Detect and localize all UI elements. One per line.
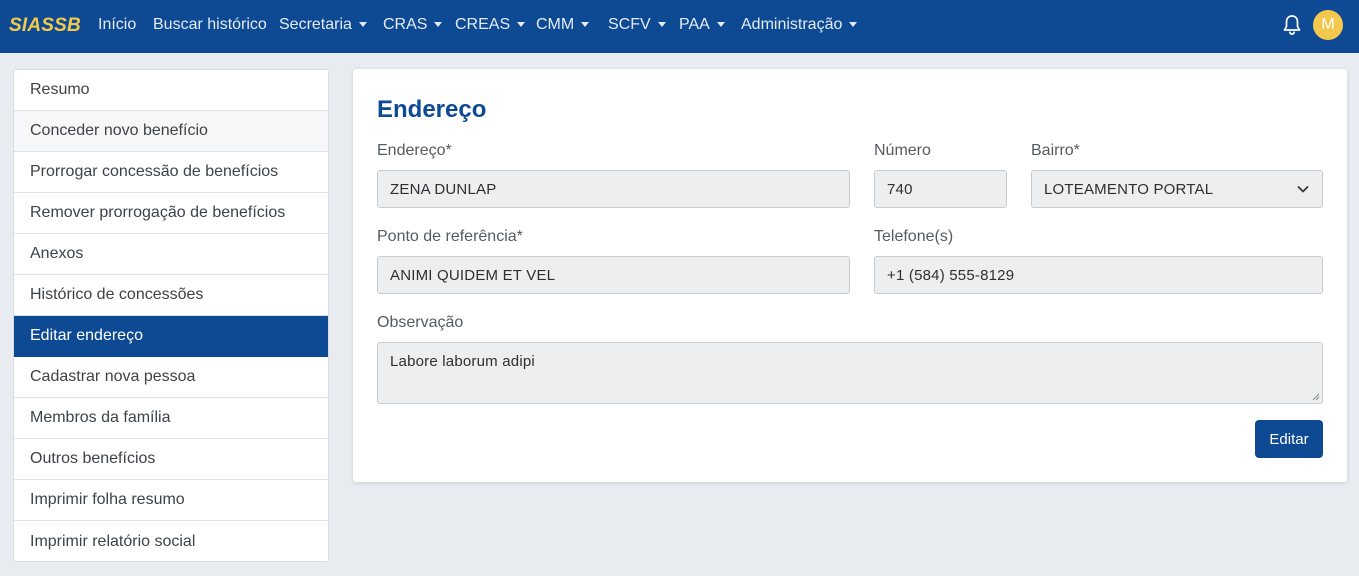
- sidebar-item-label: Anexos: [30, 245, 84, 262]
- sidebar-item-anexos[interactable]: Anexos: [14, 234, 328, 275]
- sidebar-item-label: Histórico de concessões: [30, 286, 204, 303]
- sidebar-item-remover-prorrogacao[interactable]: Remover prorrogação de benefícios: [14, 193, 328, 234]
- sidebar-item-label: Cadastrar nova pessoa: [30, 368, 196, 385]
- ponto-referencia-value: ANIMI QUIDEM ET VEL: [390, 266, 556, 284]
- nav-buscar-historico[interactable]: Buscar histórico: [153, 16, 267, 34]
- sidebar-item-label: Imprimir relatório social: [30, 532, 196, 550]
- sidebar-item-resumo[interactable]: Resumo: [14, 70, 328, 111]
- sidebar-item-historico-concessoes[interactable]: Histórico de concessões: [14, 275, 328, 316]
- nav-cras-dropdown[interactable]: CRAS: [383, 16, 443, 34]
- nav-inicio[interactable]: Início: [98, 16, 136, 34]
- sidebar-item-label: Conceder novo benefício: [30, 122, 208, 139]
- telefone-label: Telefone(s): [874, 228, 954, 245]
- sidebar-item-editar-endereco[interactable]: Editar endereço: [14, 316, 328, 357]
- caret-down-icon: [358, 21, 367, 27]
- caret-down-icon: [517, 21, 526, 27]
- nav-cmm-dropdown[interactable]: CMM: [536, 16, 590, 34]
- sidebar-item-conceder-beneficio[interactable]: Conceder novo benefício: [14, 111, 328, 152]
- sidebar-item-prorrogar-concessao[interactable]: Prorrogar concessão de benefícios: [14, 152, 328, 193]
- avatar-initial: M: [1321, 16, 1335, 33]
- user-avatar[interactable]: M: [1313, 10, 1343, 40]
- sidebar-item-label: Outros benefícios: [30, 450, 156, 467]
- bell-icon[interactable]: [1282, 14, 1302, 36]
- observacao-textarea[interactable]: Labore laborum adipi: [377, 342, 1323, 404]
- numero-value: 740: [887, 180, 913, 198]
- address-form-card: Endereço Endereço* ZENA DUNLAP Número 74…: [353, 69, 1347, 482]
- caret-down-icon: [657, 21, 666, 27]
- endereco-value: ZENA DUNLAP: [390, 180, 497, 198]
- brand-logo[interactable]: SIASSB: [9, 15, 81, 37]
- observacao-value: Labore laborum adipi: [390, 353, 535, 370]
- caret-down-icon: [434, 21, 443, 27]
- sidebar-item-label: Resumo: [30, 81, 90, 98]
- ponto-referencia-label: Ponto de referência*: [377, 228, 523, 245]
- top-navbar: SIASSB Início Buscar histórico Secretari…: [0, 0, 1359, 53]
- nav-scfv-dropdown[interactable]: SCFV: [608, 16, 666, 34]
- caret-down-icon: [716, 21, 725, 27]
- sidebar-item-outros-beneficios[interactable]: Outros benefícios: [14, 439, 328, 480]
- sidebar-item-membros-familia[interactable]: Membros da família: [14, 398, 328, 439]
- sidebar-item-label: Imprimir folha resumo: [30, 491, 185, 508]
- numero-input[interactable]: 740: [874, 170, 1007, 208]
- sidebar-item-label: Membros da família: [30, 409, 171, 426]
- sidebar-item-imprimir-folha-resumo[interactable]: Imprimir folha resumo: [14, 480, 328, 521]
- endereco-label: Endereço*: [377, 142, 452, 159]
- sidebar-item-imprimir-relatorio-social[interactable]: Imprimir relatório social: [14, 521, 328, 561]
- chevron-down-icon: [1297, 186, 1309, 193]
- editar-button[interactable]: Editar: [1255, 420, 1323, 458]
- endereco-input[interactable]: ZENA DUNLAP: [377, 170, 850, 208]
- caret-down-icon: [581, 21, 590, 27]
- page-title: Endereço: [377, 96, 487, 123]
- sidebar-item-label: Editar endereço: [30, 327, 143, 344]
- nav-creas-dropdown[interactable]: CREAS: [455, 16, 526, 34]
- sidebar-item-label: Prorrogar concessão de benefícios: [30, 163, 279, 180]
- bairro-select[interactable]: LOTEAMENTO PORTAL: [1031, 170, 1323, 208]
- telefone-value: +1 (584) 555-8129: [887, 266, 1015, 284]
- numero-label: Número: [874, 142, 931, 159]
- bairro-label: Bairro*: [1031, 142, 1080, 159]
- sidebar-item-label: Remover prorrogação de benefícios: [30, 204, 286, 221]
- bairro-value: LOTEAMENTO PORTAL: [1044, 180, 1214, 198]
- sidebar-item-cadastrar-pessoa[interactable]: Cadastrar nova pessoa: [14, 357, 328, 398]
- nav-administracao-dropdown[interactable]: Administração: [741, 16, 858, 34]
- sidebar-menu: Resumo Conceder novo benefício Prorrogar…: [13, 69, 329, 562]
- observacao-label: Observação: [377, 314, 464, 331]
- caret-down-icon: [849, 21, 858, 27]
- nav-secretaria-dropdown[interactable]: Secretaria: [279, 16, 367, 34]
- resize-grip-icon[interactable]: [1311, 392, 1320, 401]
- nav-paa-dropdown[interactable]: PAA: [679, 16, 725, 34]
- telefone-input[interactable]: +1 (584) 555-8129: [874, 256, 1323, 294]
- ponto-referencia-input[interactable]: ANIMI QUIDEM ET VEL: [377, 256, 850, 294]
